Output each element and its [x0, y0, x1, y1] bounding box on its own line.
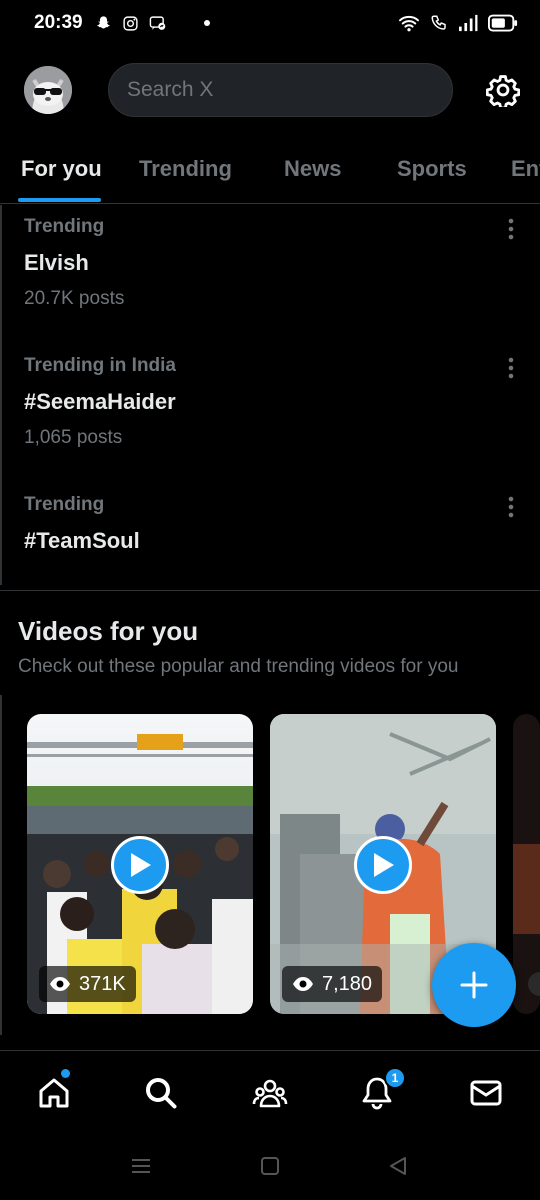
- search-placeholder: Search X: [127, 78, 214, 101]
- signal-icon: [459, 14, 478, 32]
- more-options-icon[interactable]: [508, 357, 514, 379]
- video-thumbnail: [513, 714, 540, 1014]
- play-icon: [131, 853, 151, 877]
- tab-sports[interactable]: Sports: [397, 156, 467, 182]
- nav-search[interactable]: [141, 1073, 181, 1113]
- play-button[interactable]: [354, 836, 412, 894]
- trend-post-count: 1,065 posts: [24, 427, 123, 448]
- tab-trending[interactable]: Trending: [139, 156, 232, 182]
- section-divider: [0, 590, 540, 591]
- home-icon: [39, 1078, 69, 1108]
- communities-icon: [252, 1079, 288, 1108]
- trend-item[interactable]: Trending #TeamSoul: [24, 494, 524, 554]
- eye-icon: [50, 977, 70, 991]
- trend-item[interactable]: Trending Elvish 20.7K posts: [24, 216, 524, 310]
- trend-name: Elvish: [24, 250, 89, 275]
- status-time: 20:39: [34, 12, 83, 33]
- view-count-value: 7,180: [322, 972, 373, 995]
- view-count-value: 371K: [79, 972, 126, 995]
- nav-messages[interactable]: [466, 1073, 506, 1113]
- search-input[interactable]: Search X: [108, 63, 453, 117]
- video-card[interactable]: 371K: [27, 714, 253, 1014]
- play-icon: [374, 853, 394, 877]
- status-dot: [203, 20, 210, 26]
- trend-name: #SeemaHaider: [24, 389, 176, 414]
- messenger-icon: [149, 15, 165, 30]
- view-count: 371K: [39, 966, 136, 1002]
- menu-icon[interactable]: [129, 1154, 153, 1178]
- notification-icons: [95, 15, 166, 32]
- back-icon[interactable]: [386, 1154, 410, 1178]
- system-navigation-bar: [0, 1134, 540, 1200]
- avatar[interactable]: [24, 66, 72, 114]
- messages-icon: [470, 1080, 502, 1106]
- tab-for-you[interactable]: For you: [21, 156, 102, 182]
- tab-bar: For you Trending News Sports Ent: [0, 146, 540, 204]
- home-unread-dot: [61, 1069, 70, 1078]
- status-bar: 20:39: [0, 0, 540, 46]
- search-icon: [146, 1078, 177, 1109]
- tab-entertainment[interactable]: Ent: [511, 156, 540, 182]
- view-count: 7,180: [282, 966, 383, 1002]
- battery-icon: [488, 14, 518, 32]
- eye-icon: [293, 977, 313, 991]
- trend-context: Trending: [24, 494, 105, 515]
- profile-cat-image: [24, 66, 72, 114]
- timeline-edge: [0, 205, 2, 585]
- gear-icon[interactable]: [486, 73, 520, 107]
- trend-context: Trending in India: [24, 355, 176, 376]
- play-button[interactable]: [111, 836, 169, 894]
- trend-item[interactable]: Trending in India #SeemaHaider 1,065 pos…: [24, 355, 524, 449]
- snapchat-icon: [96, 15, 110, 28]
- tab-news[interactable]: News: [284, 156, 341, 182]
- home-button-icon[interactable]: [258, 1154, 282, 1178]
- compose-button[interactable]: [432, 943, 516, 1027]
- top-bar: Search X: [0, 62, 540, 120]
- more-options-icon[interactable]: [508, 218, 514, 240]
- notification-badge: 1: [384, 1067, 406, 1089]
- active-tab-indicator: [18, 198, 101, 202]
- instagram-icon: [123, 15, 138, 31]
- videos-section-subtitle: Check out these popular and trending vid…: [18, 656, 459, 677]
- nav-home[interactable]: [34, 1073, 74, 1113]
- trend-context: Trending: [24, 216, 105, 237]
- plus-icon: [460, 971, 488, 999]
- timeline-edge: [0, 695, 2, 1035]
- bottom-navigation: 1: [0, 1050, 540, 1134]
- nav-communities[interactable]: [250, 1073, 290, 1113]
- trend-name: #TeamSoul: [24, 528, 140, 553]
- more-options-icon[interactable]: [508, 496, 514, 518]
- call-icon: [431, 15, 446, 30]
- system-icons: [398, 14, 518, 32]
- video-card-partial[interactable]: [513, 714, 540, 1014]
- trend-post-count: 20.7K posts: [24, 288, 125, 309]
- videos-section-title: Videos for you: [18, 616, 199, 646]
- wifi-icon: [399, 15, 419, 32]
